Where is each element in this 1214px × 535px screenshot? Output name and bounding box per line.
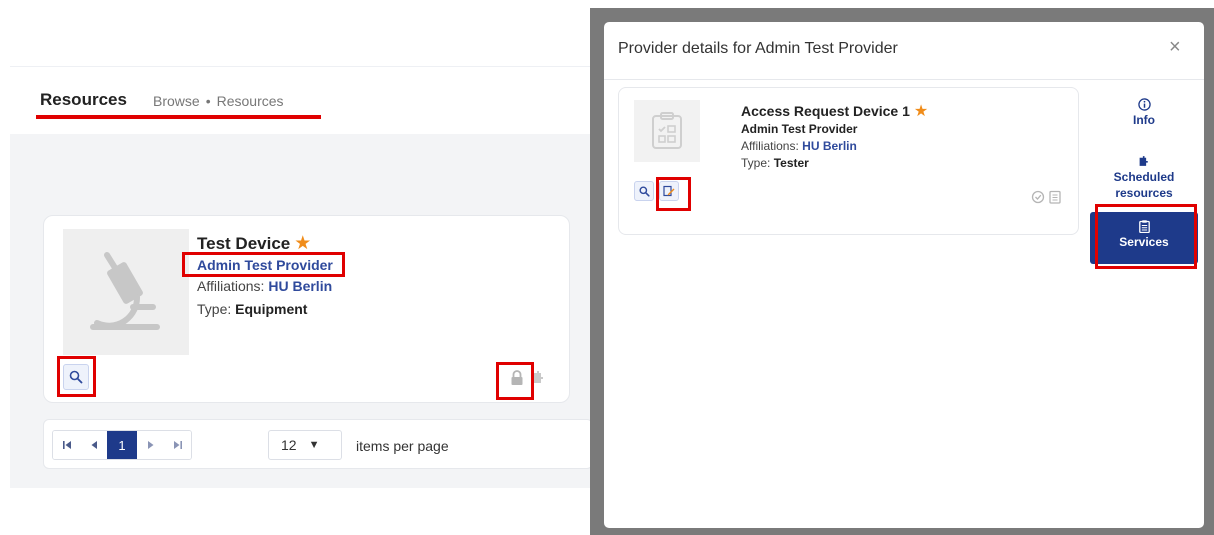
status-check-icon	[1031, 190, 1061, 204]
resource-thumbnail	[63, 229, 189, 355]
affiliations-line: Affiliations: HU Berlin	[197, 278, 332, 294]
breadcrumb-browse[interactable]: Browse	[153, 93, 200, 109]
first-page-icon	[62, 441, 71, 449]
search-icon	[638, 185, 650, 197]
sidebar-item-scheduled-resources[interactable]: Scheduled resources	[1090, 154, 1198, 201]
per-page-label: items per page	[356, 438, 449, 454]
type-line: Type: Equipment	[197, 301, 307, 317]
highlight-box-lock	[496, 362, 534, 400]
resources-page: Resources Browse • Resources Test Device ★ …	[0, 0, 600, 535]
sidebar-item-label: Scheduled resources	[1113, 170, 1175, 200]
pagination-controls: 1	[52, 430, 192, 460]
resource-card: Test Device ★ Admin Test Provider Affilia…	[43, 215, 570, 403]
favorite-star-icon[interactable]: ★	[294, 233, 311, 254]
type-line: Type: Tester	[741, 156, 809, 170]
page-title: Resources	[40, 90, 127, 109]
highlight-box-edit	[656, 177, 691, 211]
highlight-underline	[36, 115, 321, 119]
breadcrumb-resources[interactable]: Resources	[217, 93, 284, 109]
affiliations-line: Affiliations: HU Berlin	[741, 139, 857, 153]
modal-divider	[604, 79, 1204, 80]
type-label: Type:	[741, 156, 771, 170]
highlight-box-search	[57, 356, 96, 397]
affiliation-link[interactable]: HU Berlin	[268, 278, 332, 294]
provider-resource-card: Access Request Device 1 ★ Admin Test Prov…	[618, 87, 1079, 235]
provider-name: Admin Test Provider	[741, 122, 858, 136]
page-header: Resources Browse • Resources	[10, 66, 600, 134]
breadcrumb-separator: •	[205, 93, 211, 109]
breadcrumb: Browse • Resources	[153, 93, 284, 109]
type-value: Equipment	[235, 301, 308, 317]
info-icon	[1137, 98, 1151, 111]
prev-page-icon	[91, 441, 97, 449]
type-value: Tester	[773, 156, 809, 170]
provider-details-modal: Provider details for Admin Test Provider…	[604, 22, 1204, 528]
next-page-icon	[147, 441, 153, 449]
chevron-down-icon: ▼	[308, 439, 320, 451]
affiliation-link[interactable]: HU Berlin	[802, 139, 857, 153]
per-page-value: 12	[281, 437, 297, 453]
puzzle-icon	[1139, 156, 1148, 166]
highlight-box-provider	[182, 252, 345, 277]
last-page-button[interactable]	[164, 431, 191, 459]
affiliations-label: Affiliations:	[741, 139, 799, 153]
resource-title-text: Access Request Device 1	[741, 103, 910, 119]
resource-title[interactable]: Access Request Device 1 ★	[741, 101, 928, 121]
type-label: Type:	[197, 301, 232, 317]
sidebar-item-info[interactable]: Info	[1090, 98, 1198, 128]
modal-title: Provider details for Admin Test Provider	[618, 40, 898, 57]
favorite-star-icon[interactable]: ★	[914, 103, 928, 120]
page-button-current[interactable]: 1	[107, 431, 137, 459]
close-icon[interactable]: ×	[1169, 36, 1181, 59]
clipboard-icon	[652, 112, 682, 149]
highlight-box-services	[1095, 204, 1197, 269]
per-page-select[interactable]: 12 ▼	[268, 430, 342, 460]
last-page-icon	[173, 441, 182, 449]
affiliations-label: Affiliations:	[197, 278, 265, 294]
microscope-icon	[90, 252, 160, 330]
next-page-button[interactable]	[137, 431, 164, 459]
first-page-button[interactable]	[53, 431, 80, 459]
resource-title-text: Test Device	[197, 234, 291, 253]
resource-thumbnail	[634, 100, 700, 162]
pagination-bar: 1 12 ▼ items per page	[43, 419, 593, 469]
prev-page-button[interactable]	[80, 431, 107, 459]
view-details-button[interactable]	[634, 181, 654, 201]
sidebar-item-label: Info	[1133, 113, 1155, 127]
